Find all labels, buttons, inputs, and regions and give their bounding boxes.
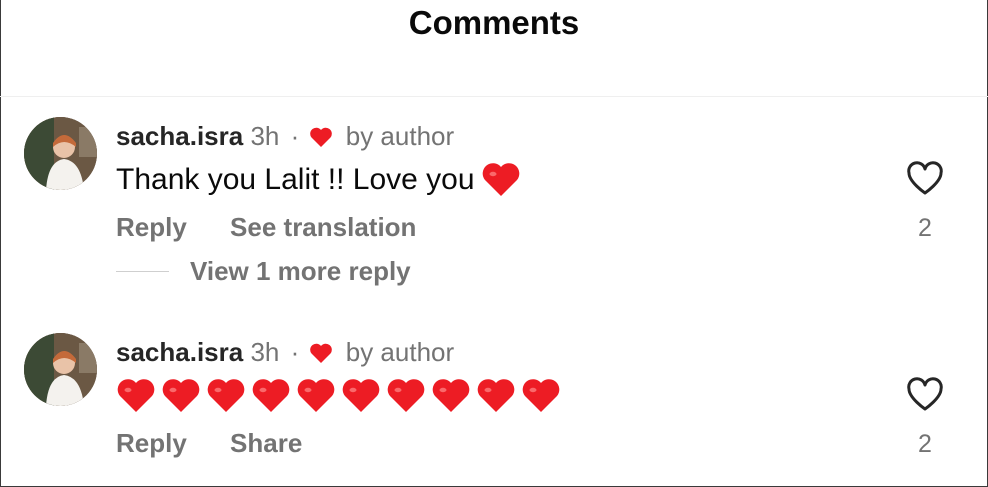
- comment-time: 3h: [250, 121, 280, 151]
- heart-outline-icon[interactable]: [905, 160, 945, 198]
- comment-actions: Reply See translation: [116, 212, 452, 243]
- comment-time: 3h: [250, 337, 280, 367]
- red-heart-emoji: [161, 376, 201, 416]
- like-count: 2: [918, 214, 932, 242]
- separator: ·: [290, 121, 300, 151]
- page-title: Comments: [408, 4, 580, 41]
- red-heart-emoji: [251, 376, 291, 416]
- comment-text: [116, 376, 561, 416]
- red-heart-emoji: [521, 376, 561, 416]
- red-heart-emoji: [296, 376, 336, 416]
- red-heart-emoji: [476, 376, 516, 416]
- heart-outline-icon[interactable]: [905, 376, 945, 414]
- avatar[interactable]: [24, 117, 97, 190]
- separator: ·: [290, 337, 300, 367]
- username-link[interactable]: sacha.isra: [116, 337, 243, 367]
- divider-line: [116, 271, 169, 272]
- share-button[interactable]: Share: [230, 428, 302, 458]
- username-link[interactable]: sacha.isra: [116, 121, 243, 151]
- author-tag: by author: [345, 121, 455, 151]
- red-heart-emoji: [116, 376, 156, 416]
- comment-actions: Reply Share: [116, 428, 338, 459]
- red-heart-emoji: [386, 376, 426, 416]
- comment-meta: sacha.isra 3h · by author: [116, 121, 454, 155]
- comment-text: Thank you Lalit !! Love you: [116, 160, 521, 200]
- avatar[interactable]: [24, 333, 97, 406]
- like-count: 2: [918, 430, 932, 458]
- red-heart-emoji: [206, 376, 246, 416]
- reply-button[interactable]: Reply: [116, 212, 187, 242]
- view-more-label: View 1 more reply: [190, 256, 411, 286]
- author-tag: by author: [345, 337, 455, 367]
- red-heart-emoji: [431, 376, 471, 416]
- reply-button[interactable]: Reply: [116, 428, 187, 458]
- see-translation-button[interactable]: See translation: [230, 212, 416, 242]
- comment-meta: sacha.isra 3h · by author: [116, 337, 454, 371]
- red-heart-emoji: [341, 376, 381, 416]
- red-heart-emoji: [481, 160, 521, 200]
- view-more-replies[interactable]: View 1 more reply: [116, 256, 411, 287]
- comments-header: Comments: [0, 0, 988, 97]
- heart-filled-icon: [309, 124, 333, 155]
- comment-text-content: Thank you Lalit !! Love you: [116, 163, 475, 196]
- heart-filled-icon: [309, 340, 333, 371]
